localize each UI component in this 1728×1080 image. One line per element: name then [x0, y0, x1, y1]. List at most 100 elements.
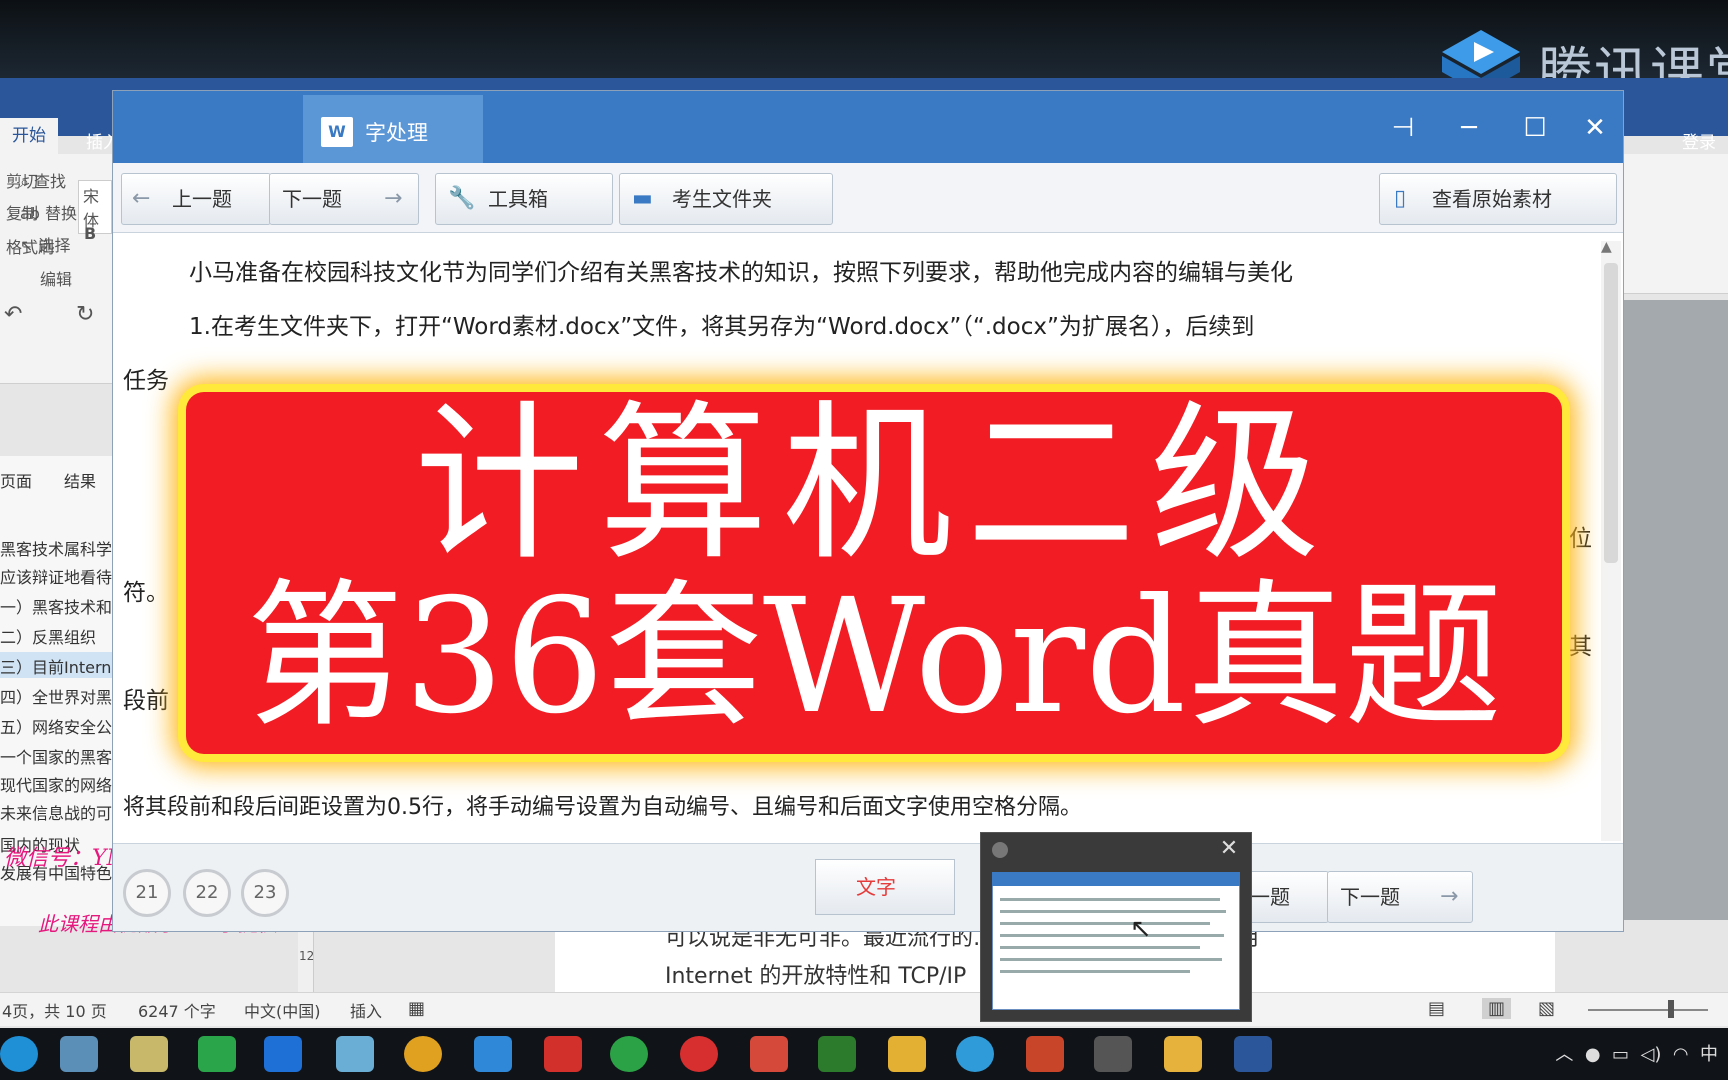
question-item-5-continued: 将其段前和段后间距设置为0.5行，将手动编号设置为自动编号、且编号和后面文字使用… [123, 795, 1082, 820]
chevron-up-icon[interactable]: ︿ [1555, 1044, 1573, 1065]
preview-image[interactable] [992, 872, 1240, 1010]
question-item-1: 1.在考生文件夹下，打开“Word素材.docx”文件，将其另存为“Word.d… [189, 314, 1255, 340]
nav-heading[interactable]: 黑客技术属科学 [0, 536, 112, 560]
browser-search-icon[interactable] [956, 1036, 994, 1072]
login-link[interactable]: 登录 [1682, 128, 1716, 153]
preview-text-line [1000, 910, 1226, 913]
maximize-button[interactable]: ☐ [1515, 109, 1555, 147]
document-icon: ▯ [1394, 186, 1407, 211]
system-tray: ︿ ● ▭ ◁) ◠ 中 [1555, 1040, 1718, 1066]
chrome-icon[interactable] [404, 1036, 442, 1072]
preview-app-icon [992, 842, 1008, 858]
wechat-icon[interactable] [610, 1036, 648, 1072]
word-icon: W [321, 117, 353, 147]
wrench-icon: 🔧 [448, 186, 476, 211]
view-source-material-button[interactable]: ▯ 查看原始素材 [1379, 173, 1617, 225]
question-text-fragment: 其 [1569, 634, 1592, 660]
cloud-app-icon[interactable] [474, 1036, 512, 1072]
powerpoint-icon[interactable] [1026, 1036, 1064, 1072]
nav-heading[interactable]: 二）反黑组织 [0, 624, 112, 648]
preview-text-line [1000, 970, 1190, 973]
question-text-fragment: 任务 [123, 368, 169, 394]
close-button[interactable]: ✕ [1575, 109, 1615, 147]
print-layout-icon[interactable]: ▥ [1482, 998, 1512, 1019]
text-button[interactable]: 文字 [815, 859, 955, 915]
snipping-tool-icon[interactable] [336, 1036, 374, 1072]
web-layout-icon[interactable]: ▧ [1538, 998, 1555, 1019]
volume-icon[interactable]: ◁) [1641, 1044, 1662, 1065]
toolbox-button[interactable]: 🔧 工具箱 [435, 173, 613, 225]
nav-heading[interactable]: 现代国家的网络 [0, 772, 112, 796]
find-button[interactable]: ⌕ 查找 [20, 168, 66, 192]
read-mode-icon[interactable]: ▤ [1428, 998, 1445, 1019]
scrollbar-thumb[interactable] [1604, 263, 1618, 563]
replace-button[interactable]: ab 替换 [20, 200, 77, 224]
user-avatar-icon[interactable] [1094, 1036, 1132, 1072]
next-question-button[interactable]: 下一题 → [269, 173, 419, 225]
nav-heading[interactable]: 一个国家的黑客 [0, 744, 112, 768]
tab-start[interactable]: 开始 [0, 118, 58, 154]
wifi-icon[interactable]: ◠ [1673, 1044, 1689, 1065]
search-icon[interactable] [60, 1036, 98, 1072]
question-intro: 小马准备在校园科技文化节为同学们介绍有关黑客技术的知识，按照下列要求，帮助他完成… [189, 260, 1293, 286]
preview-text-line [1000, 922, 1210, 925]
notes-icon[interactable] [130, 1036, 168, 1072]
status-page-count[interactable]: 4页，共 10 页 [2, 998, 107, 1022]
footer-next-button[interactable]: 下一题 → [1327, 871, 1473, 923]
folder-icon: ▬ [632, 186, 653, 211]
question-text-fragment: 符。 [123, 580, 169, 606]
page-circle[interactable]: 21 [123, 869, 171, 917]
windows-taskbar [0, 1028, 1728, 1080]
file-explorer-icon[interactable] [1164, 1036, 1202, 1072]
student-folder-button[interactable]: ▬ 考生文件夹 [619, 173, 833, 225]
arrow-right-icon: → [384, 186, 403, 211]
status-word-count[interactable]: 6247 个字 [138, 998, 216, 1022]
arrow-right-icon: → [1440, 884, 1459, 909]
ime-indicator[interactable]: 中 [1700, 1044, 1718, 1065]
edge-icon[interactable] [0, 1036, 38, 1072]
pin-icon[interactable]: ⊣ [1383, 109, 1423, 147]
netease-music-icon[interactable] [680, 1036, 718, 1072]
preview-titlebar [992, 872, 1240, 886]
windows-store-icon[interactable] [888, 1036, 926, 1072]
redo-icon[interactable]: ↻ [76, 302, 94, 327]
nav-heading[interactable]: 应该辩证地看待 [0, 564, 112, 588]
page-circle[interactable]: 23 [241, 869, 289, 917]
nav-heading[interactable]: 三）目前Intern [0, 654, 112, 678]
mouse-cursor-icon: ↖ [1130, 914, 1152, 944]
select-button[interactable]: ↖ 选择 [20, 232, 71, 256]
nav-heading[interactable]: 四）全世界对黑 [0, 684, 112, 708]
nav-heading[interactable]: 五）网络安全公 [0, 714, 112, 738]
calendar-app-icon[interactable] [750, 1036, 788, 1072]
minimize-button[interactable]: ─ [1449, 109, 1489, 147]
banner-subtitle: 第36套Word真题 [245, 565, 1503, 749]
exam-tab-label: 字处理 [365, 121, 428, 145]
nav-heading[interactable]: 一）黑客技术和 [0, 594, 112, 618]
editing-group [1620, 154, 1728, 294]
preview-text-line [1000, 958, 1222, 961]
doc-text-line: Internet 的开放特性和 TCP/IP [665, 964, 967, 989]
zoom-slider[interactable] [1588, 1009, 1708, 1011]
microphone-icon[interactable]: ● [1585, 1044, 1601, 1065]
undo-icon[interactable]: ↶ [4, 302, 22, 327]
status-language[interactable]: 中文(中国) [244, 998, 321, 1022]
bold-button[interactable]: B [84, 224, 96, 243]
battery-icon[interactable]: ▭ [1612, 1044, 1629, 1065]
scroll-up-icon[interactable]: ▲ [1601, 239, 1612, 255]
sublime-icon[interactable] [818, 1036, 856, 1072]
arrow-left-icon: ← [132, 186, 151, 211]
nav-heading[interactable]: 未来信息战的可 [0, 800, 112, 824]
xmind-icon[interactable] [544, 1036, 582, 1072]
page-circle[interactable]: 22 [183, 869, 231, 917]
prev-question-button[interactable]: ← 上一题 [121, 173, 271, 225]
video-app-icon[interactable] [198, 1036, 236, 1072]
zoom-slider-thumb[interactable] [1668, 1000, 1674, 1018]
preview-close-icon[interactable]: ✕ [1216, 836, 1242, 862]
star-app-icon[interactable] [264, 1036, 302, 1072]
macro-record-icon[interactable]: ▦ [408, 998, 425, 1019]
question-text-fragment: 段前 [123, 688, 169, 714]
banner-title: 计算机二级 [413, 386, 1334, 584]
status-insert-mode[interactable]: 插入 [350, 998, 382, 1022]
word-taskbar-icon[interactable] [1234, 1036, 1272, 1072]
title-banner: 计算机二级 第36套Word真题 [186, 392, 1562, 754]
